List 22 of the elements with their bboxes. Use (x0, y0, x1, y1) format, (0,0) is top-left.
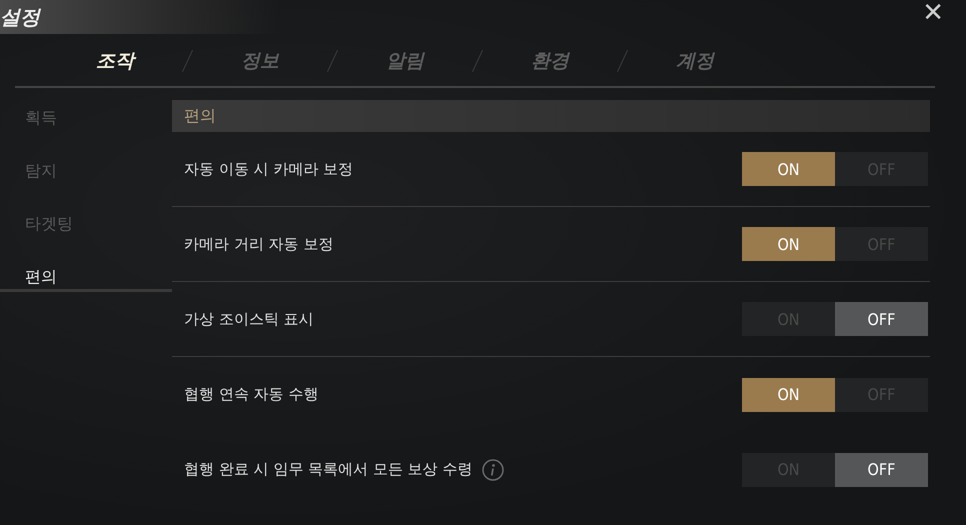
setting-label: 가상 조이스틱 표시 (184, 310, 314, 328)
on-toggle[interactable]: ON (742, 378, 835, 412)
sidebar-item[interactable]: 획득 (0, 102, 172, 133)
setting-label: 협행 연속 자동 수행 (184, 385, 318, 404)
setting-label: 자동 이동 시 카메라 보정 (184, 160, 354, 178)
setting-label: 협행 완료 시 임무 목록에서 모든 보상 수령 (184, 460, 472, 479)
tab[interactable]: 조작 (70, 48, 160, 74)
off-toggle[interactable]: OFF (835, 302, 928, 336)
sidebar-item[interactable]: 타겟팅 (0, 208, 172, 239)
on-toggle[interactable]: ON (742, 227, 835, 261)
window-title: 설정 (0, 4, 40, 30)
info-icon[interactable] (482, 458, 504, 480)
section-header: 편의 (172, 100, 930, 132)
sidebar-item[interactable]: 탐지 (0, 155, 172, 186)
setting-label: 카메라 거리 자동 보정 (184, 234, 334, 254)
tab[interactable]: 계정 (650, 48, 740, 74)
tab[interactable]: 알림 (360, 48, 450, 74)
tab[interactable]: 환경 (505, 48, 595, 74)
off-toggle[interactable]: OFF (835, 452, 928, 486)
tab[interactable]: 정보 (215, 48, 305, 74)
on-toggle[interactable]: ON (742, 152, 835, 186)
close-button[interactable]: ✕ (922, 0, 944, 26)
